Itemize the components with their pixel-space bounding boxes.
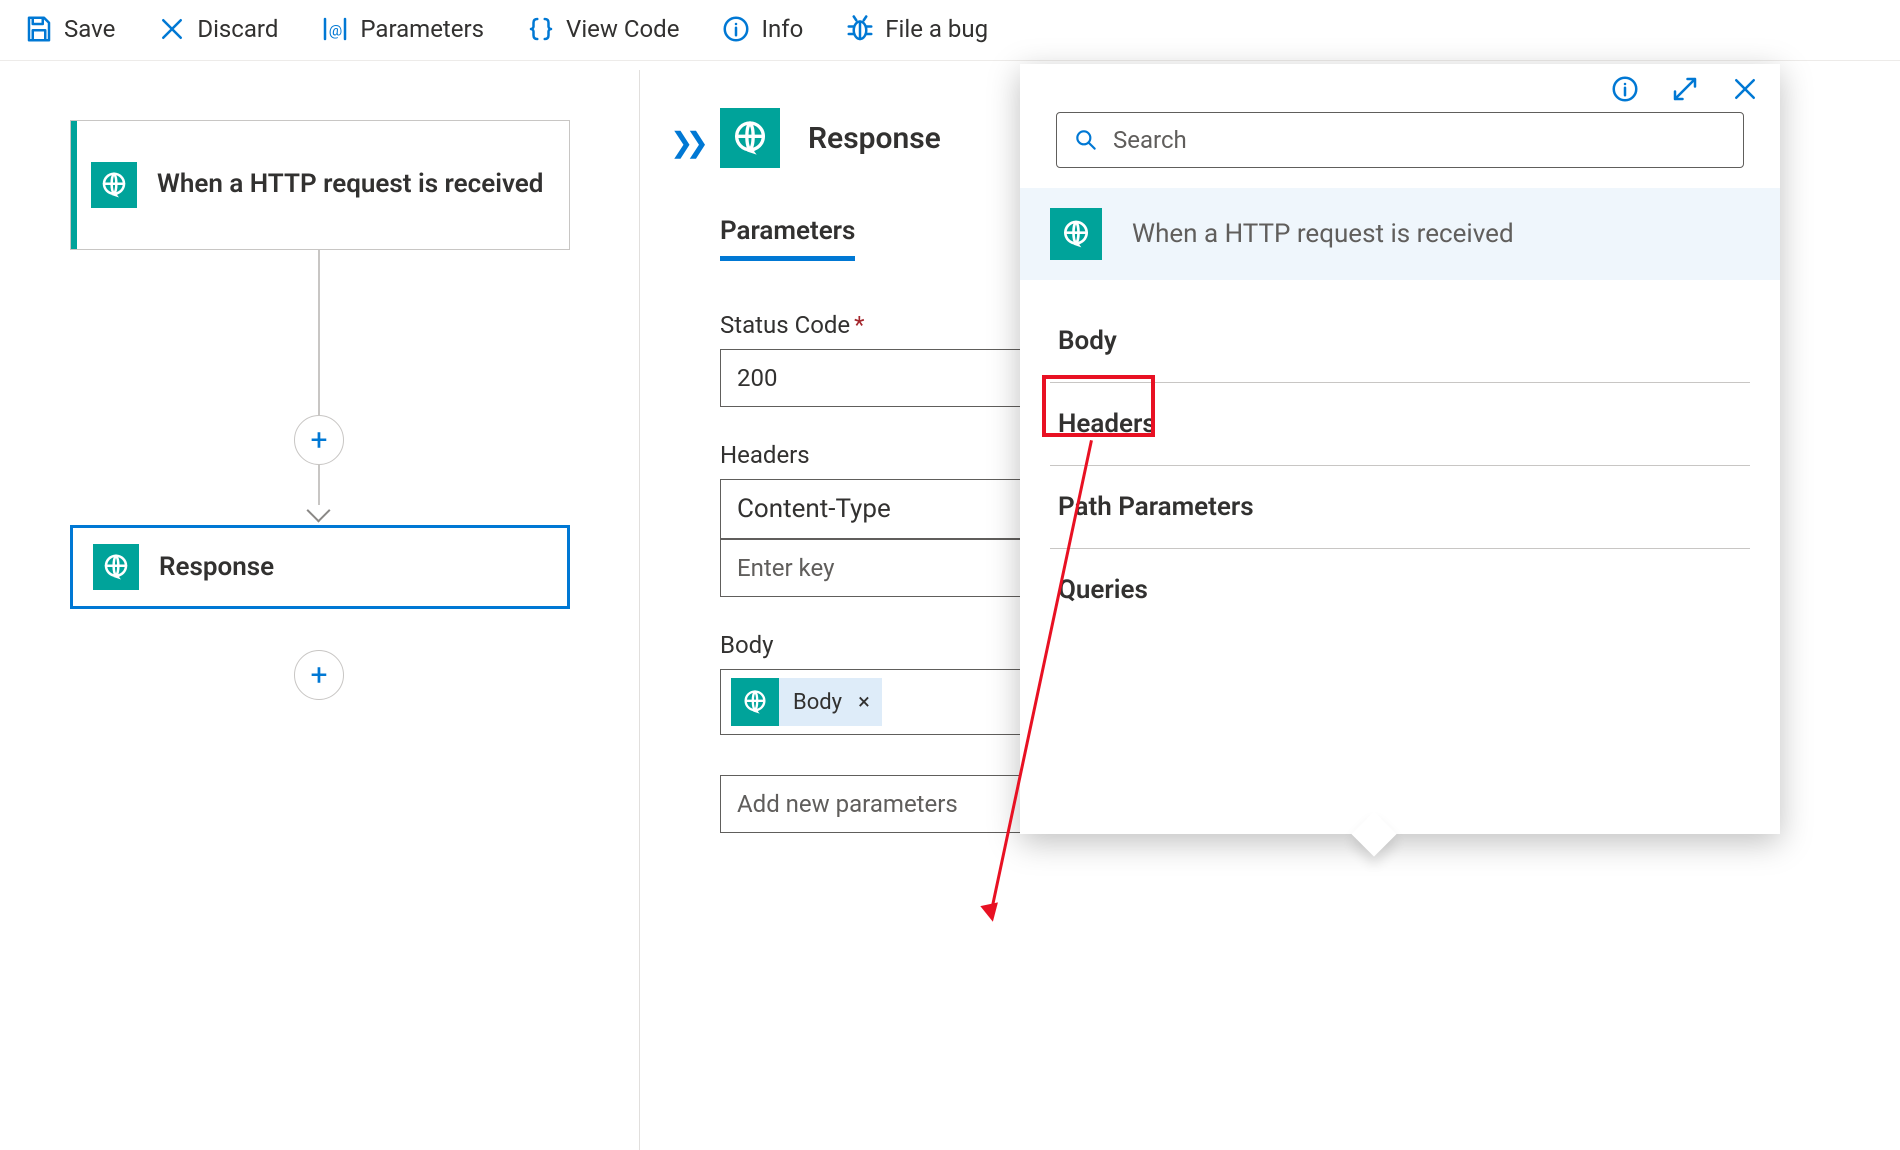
file-bug-label: File a bug (885, 15, 988, 43)
parameters-button[interactable]: @ Parameters (316, 8, 488, 50)
view-code-label: View Code (566, 15, 679, 43)
dynamic-content-popup: Search When a HTTP request is received B… (1020, 64, 1780, 834)
save-icon (24, 14, 54, 44)
workflow-canvas: When a HTTP request is received + Respon… (0, 70, 640, 1150)
info-icon (721, 14, 751, 44)
context-icon (1050, 208, 1102, 260)
response-node-icon (93, 544, 139, 590)
response-node-title: Response (159, 552, 274, 582)
info-button[interactable]: Info (717, 8, 807, 50)
search-placeholder: Search (1113, 126, 1187, 154)
body-token[interactable]: Body × (731, 678, 882, 726)
popup-info-icon[interactable] (1610, 74, 1640, 104)
save-button[interactable]: Save (20, 8, 119, 50)
dynamic-items-list: Body Headers Path Parameters Queries (1020, 280, 1780, 631)
save-label: Save (64, 15, 115, 43)
tab-parameters[interactable]: Parameters (720, 216, 855, 261)
search-icon (1073, 127, 1099, 153)
bug-icon (845, 14, 875, 44)
body-token-icon (731, 678, 779, 726)
annotation-arrow-head (980, 902, 1001, 923)
discard-label: Discard (197, 15, 278, 43)
designer-toolbar: Save Discard @ Parameters View Code Info… (0, 0, 1900, 61)
dynamic-item-headers[interactable]: Headers (1050, 383, 1750, 466)
context-title: When a HTTP request is received (1132, 219, 1514, 249)
collapse-panel-icon[interactable]: ❯❯ (670, 126, 701, 159)
braces-icon (526, 14, 556, 44)
file-bug-button[interactable]: File a bug (841, 8, 992, 50)
add-new-parameters-label: Add new parameters (737, 790, 958, 818)
info-label: Info (761, 15, 803, 43)
close-icon (157, 14, 187, 44)
node-accent (71, 121, 77, 249)
body-token-label: Body (779, 690, 856, 715)
dynamic-item-path-parameters[interactable]: Path Parameters (1050, 466, 1750, 549)
svg-text:@: @ (329, 21, 342, 39)
panel-header-icon (720, 108, 780, 168)
add-step-button-2[interactable]: + (294, 650, 344, 700)
annotation-highlight (1042, 375, 1155, 437)
discard-button[interactable]: Discard (153, 8, 282, 50)
connector-line (318, 250, 320, 505)
view-code-button[interactable]: View Code (522, 8, 683, 50)
panel-title: Response (808, 121, 941, 156)
dynamic-item-queries[interactable]: Queries (1050, 549, 1750, 631)
parameters-icon: @ (320, 14, 350, 44)
add-step-button[interactable]: + (294, 415, 344, 465)
dynamic-search-input[interactable]: Search (1056, 112, 1744, 168)
parameters-label: Parameters (360, 15, 484, 43)
popup-expand-icon[interactable] (1670, 74, 1700, 104)
body-token-remove[interactable]: × (856, 690, 882, 715)
trigger-node-title: When a HTTP request is received (157, 167, 543, 202)
dynamic-item-body[interactable]: Body (1050, 300, 1750, 383)
connector-arrow (306, 498, 330, 522)
popup-close-icon[interactable] (1730, 74, 1760, 104)
dynamic-context-header: When a HTTP request is received (1020, 188, 1780, 280)
response-node[interactable]: Response (70, 525, 570, 609)
http-request-icon (91, 162, 137, 208)
trigger-node[interactable]: When a HTTP request is received (70, 120, 570, 250)
